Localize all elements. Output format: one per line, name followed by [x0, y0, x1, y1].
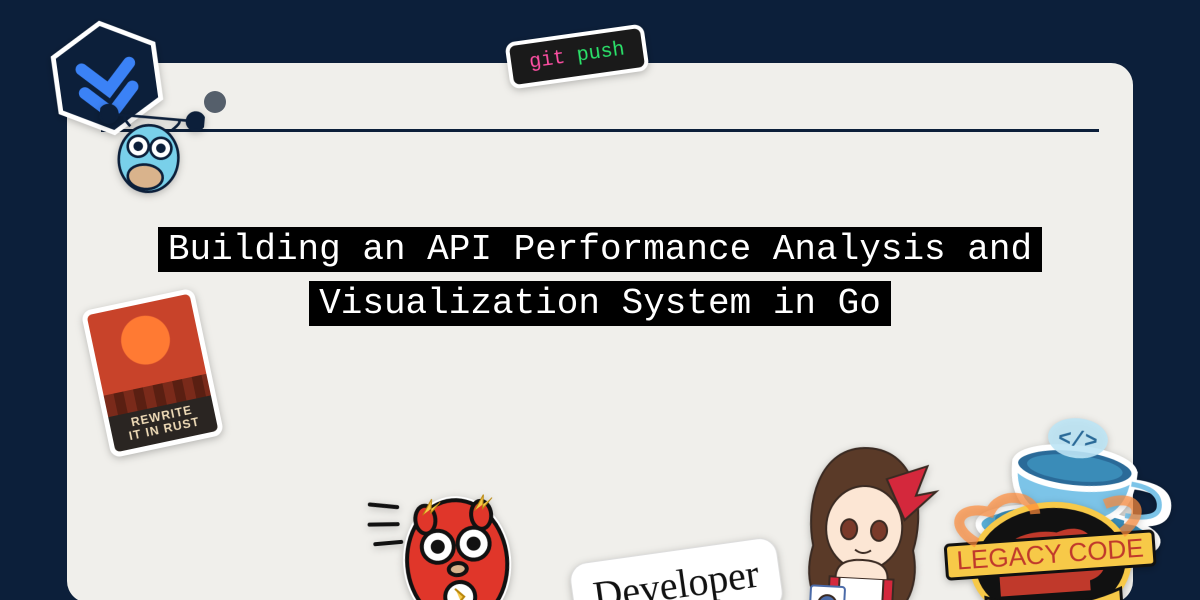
header-rule — [101, 129, 1099, 132]
git-cmd: git — [528, 47, 567, 75]
window-dot — [204, 91, 226, 113]
developer-text-sticker: Developer — [568, 536, 785, 600]
git-push-sticker: git push — [504, 23, 649, 89]
go-gopher-lifting-sticker — [92, 89, 206, 208]
svg-text:</>: </> — [1057, 426, 1099, 455]
developer-label: Developer — [590, 551, 761, 600]
rust-poster-art — [87, 294, 211, 417]
page-title: Building an API Performance Analysis and… — [158, 227, 1042, 326]
legacy-code-sticker: LEGACY CODE DEV — [933, 470, 1168, 600]
anime-character-sticker: C — [777, 434, 949, 600]
git-arg: push — [575, 38, 626, 67]
title-container: Building an API Performance Analysis and… — [67, 223, 1133, 331]
content-panel: Building an API Performance Analysis and… — [67, 63, 1133, 600]
go-gopher-flash-sticker — [359, 461, 535, 600]
